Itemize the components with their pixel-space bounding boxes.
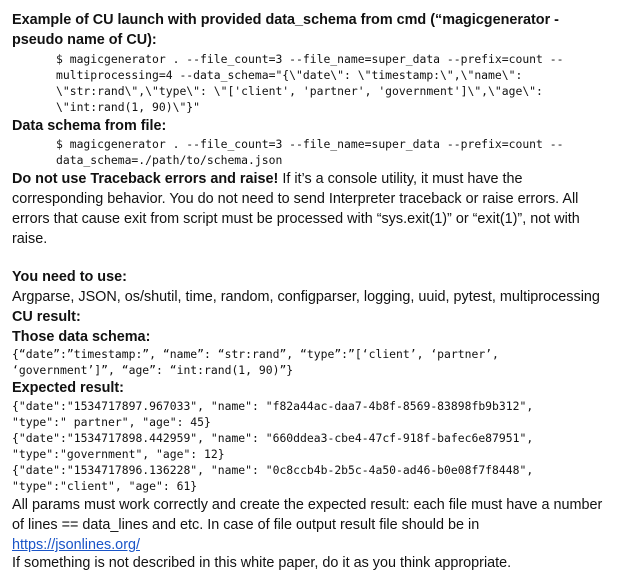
cu-result-heading: CU result: [12, 309, 81, 325]
example-heading-line-2: pseudo name of CU): [12, 32, 157, 48]
document-page: Example of CU launch with provided data_… [0, 0, 643, 571]
expected-heading: Expected result: [12, 380, 124, 396]
traceback-line-4: raise. [12, 231, 48, 247]
jsonlines-line: https://jsonlines.org/ [12, 535, 140, 555]
schema-line-2: ‘government’]”, “age”: “int:rand(1, 90)”… [12, 363, 294, 377]
traceback-line-1: Do not use Traceback errors and raise! I… [12, 169, 523, 189]
expected-line-1: {"date":"1534717897.967033", "name": "f8… [12, 399, 534, 413]
traceback-warning: Do not use Traceback errors and raise! [12, 171, 279, 187]
schema-line-1: {“date”:”timestamp:”, “name”: “str:rand”… [12, 347, 499, 361]
cmd-file-line-1: $ magicgenerator . --file_count=3 --file… [56, 137, 564, 151]
schema-file-heading: Data schema from file: [12, 118, 167, 134]
cmd-example-line-1: $ magicgenerator . --file_count=3 --file… [56, 52, 564, 66]
expected-line-4: "type":"government", "age": 12} [12, 447, 225, 461]
cmd-example-line-3: \"str:rand\",\"type\": \"['client', 'par… [56, 84, 543, 98]
cmd-example-line-2: multiprocessing=4 --data_schema="{\"date… [56, 68, 523, 82]
traceback-line-2: corresponding behavior. You do not need … [12, 191, 579, 207]
params-line-2: of lines == data_lines and etc. In case … [12, 517, 480, 533]
jsonlines-link[interactable]: https://jsonlines.org/ [12, 537, 140, 553]
cmd-file-line-2: data_schema=./path/to/schema.json [56, 153, 283, 167]
need-heading: You need to use: [12, 269, 127, 285]
final-note: If something is not described in this wh… [12, 555, 512, 571]
traceback-text-1: If it’s a console utility, it must have … [278, 171, 523, 187]
expected-line-3: {"date":"1534717898.442959", "name": "66… [12, 431, 534, 445]
libraries-list: Argparse, JSON, os/shutil, time, random,… [12, 289, 600, 305]
params-line-1: All params must work correctly and creat… [12, 497, 603, 513]
example-heading-line-1: Example of CU launch with provided data_… [12, 12, 559, 28]
expected-line-5: {"date":"1534717896.136228", "name": "0c… [12, 463, 534, 477]
expected-line-2: "type":" partner", "age": 45} [12, 415, 211, 429]
schema-heading: Those data schema: [12, 329, 151, 345]
cmd-example-line-4: \"int:rand(1, 90)\"}" [56, 100, 201, 114]
expected-line-6: "type":"client", "age": 61} [12, 479, 198, 493]
traceback-line-3: errors that cause exit from script must … [12, 211, 580, 227]
